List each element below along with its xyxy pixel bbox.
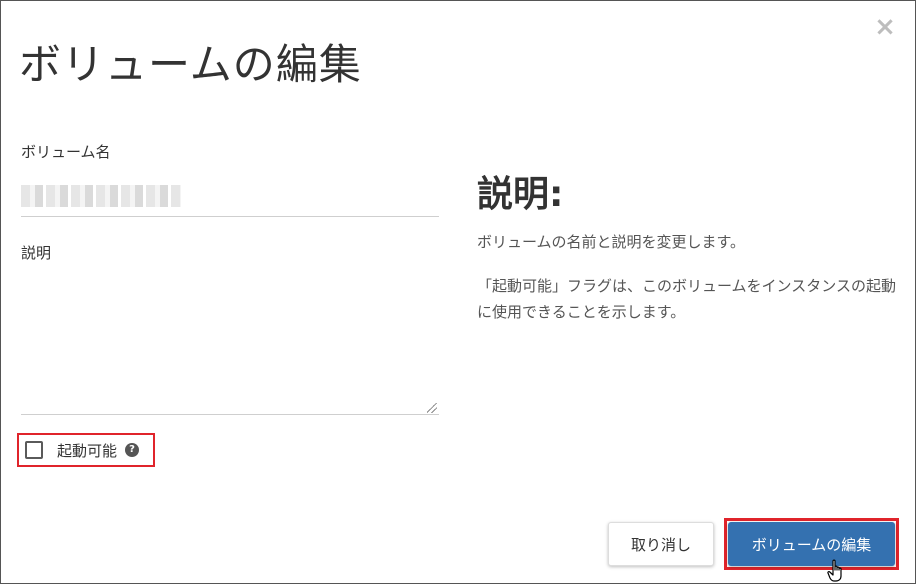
description-textarea[interactable] — [21, 266, 439, 415]
volume-name-label: ボリューム名 — [21, 143, 111, 161]
question-circle-icon[interactable]: ? — [125, 443, 140, 457]
edit-volume-submit-button[interactable]: ボリュームの編集 — [728, 522, 895, 566]
cancel-button[interactable]: 取り消し — [608, 522, 714, 566]
description-paragraph-1: ボリュームの名前と説明を変更します。 — [477, 233, 746, 251]
edit-volume-dialog: × ボリュームの編集 ボリューム名 説明 起動可能 ? 説明: ボリュームの名前… — [0, 0, 916, 584]
bootable-checkbox-group[interactable]: 起動可能 ? — [17, 433, 155, 467]
description-label: 説明 — [21, 244, 52, 262]
description-heading: 説明: — [477, 174, 564, 215]
bootable-checkbox[interactable] — [25, 441, 43, 459]
close-icon[interactable]: × — [873, 14, 897, 40]
resize-grip-icon[interactable] — [427, 403, 437, 413]
bootable-label[interactable]: 起動可能 — [57, 440, 117, 461]
dialog-title: ボリュームの編集 — [19, 40, 362, 89]
hand-pointer-icon — [827, 559, 842, 582]
description-paragraph-2: 「起動可能」フラグは、このボリュームをインスタンスの起動に使用できることを示しま… — [477, 277, 896, 321]
redacted-volume-name — [21, 185, 181, 207]
